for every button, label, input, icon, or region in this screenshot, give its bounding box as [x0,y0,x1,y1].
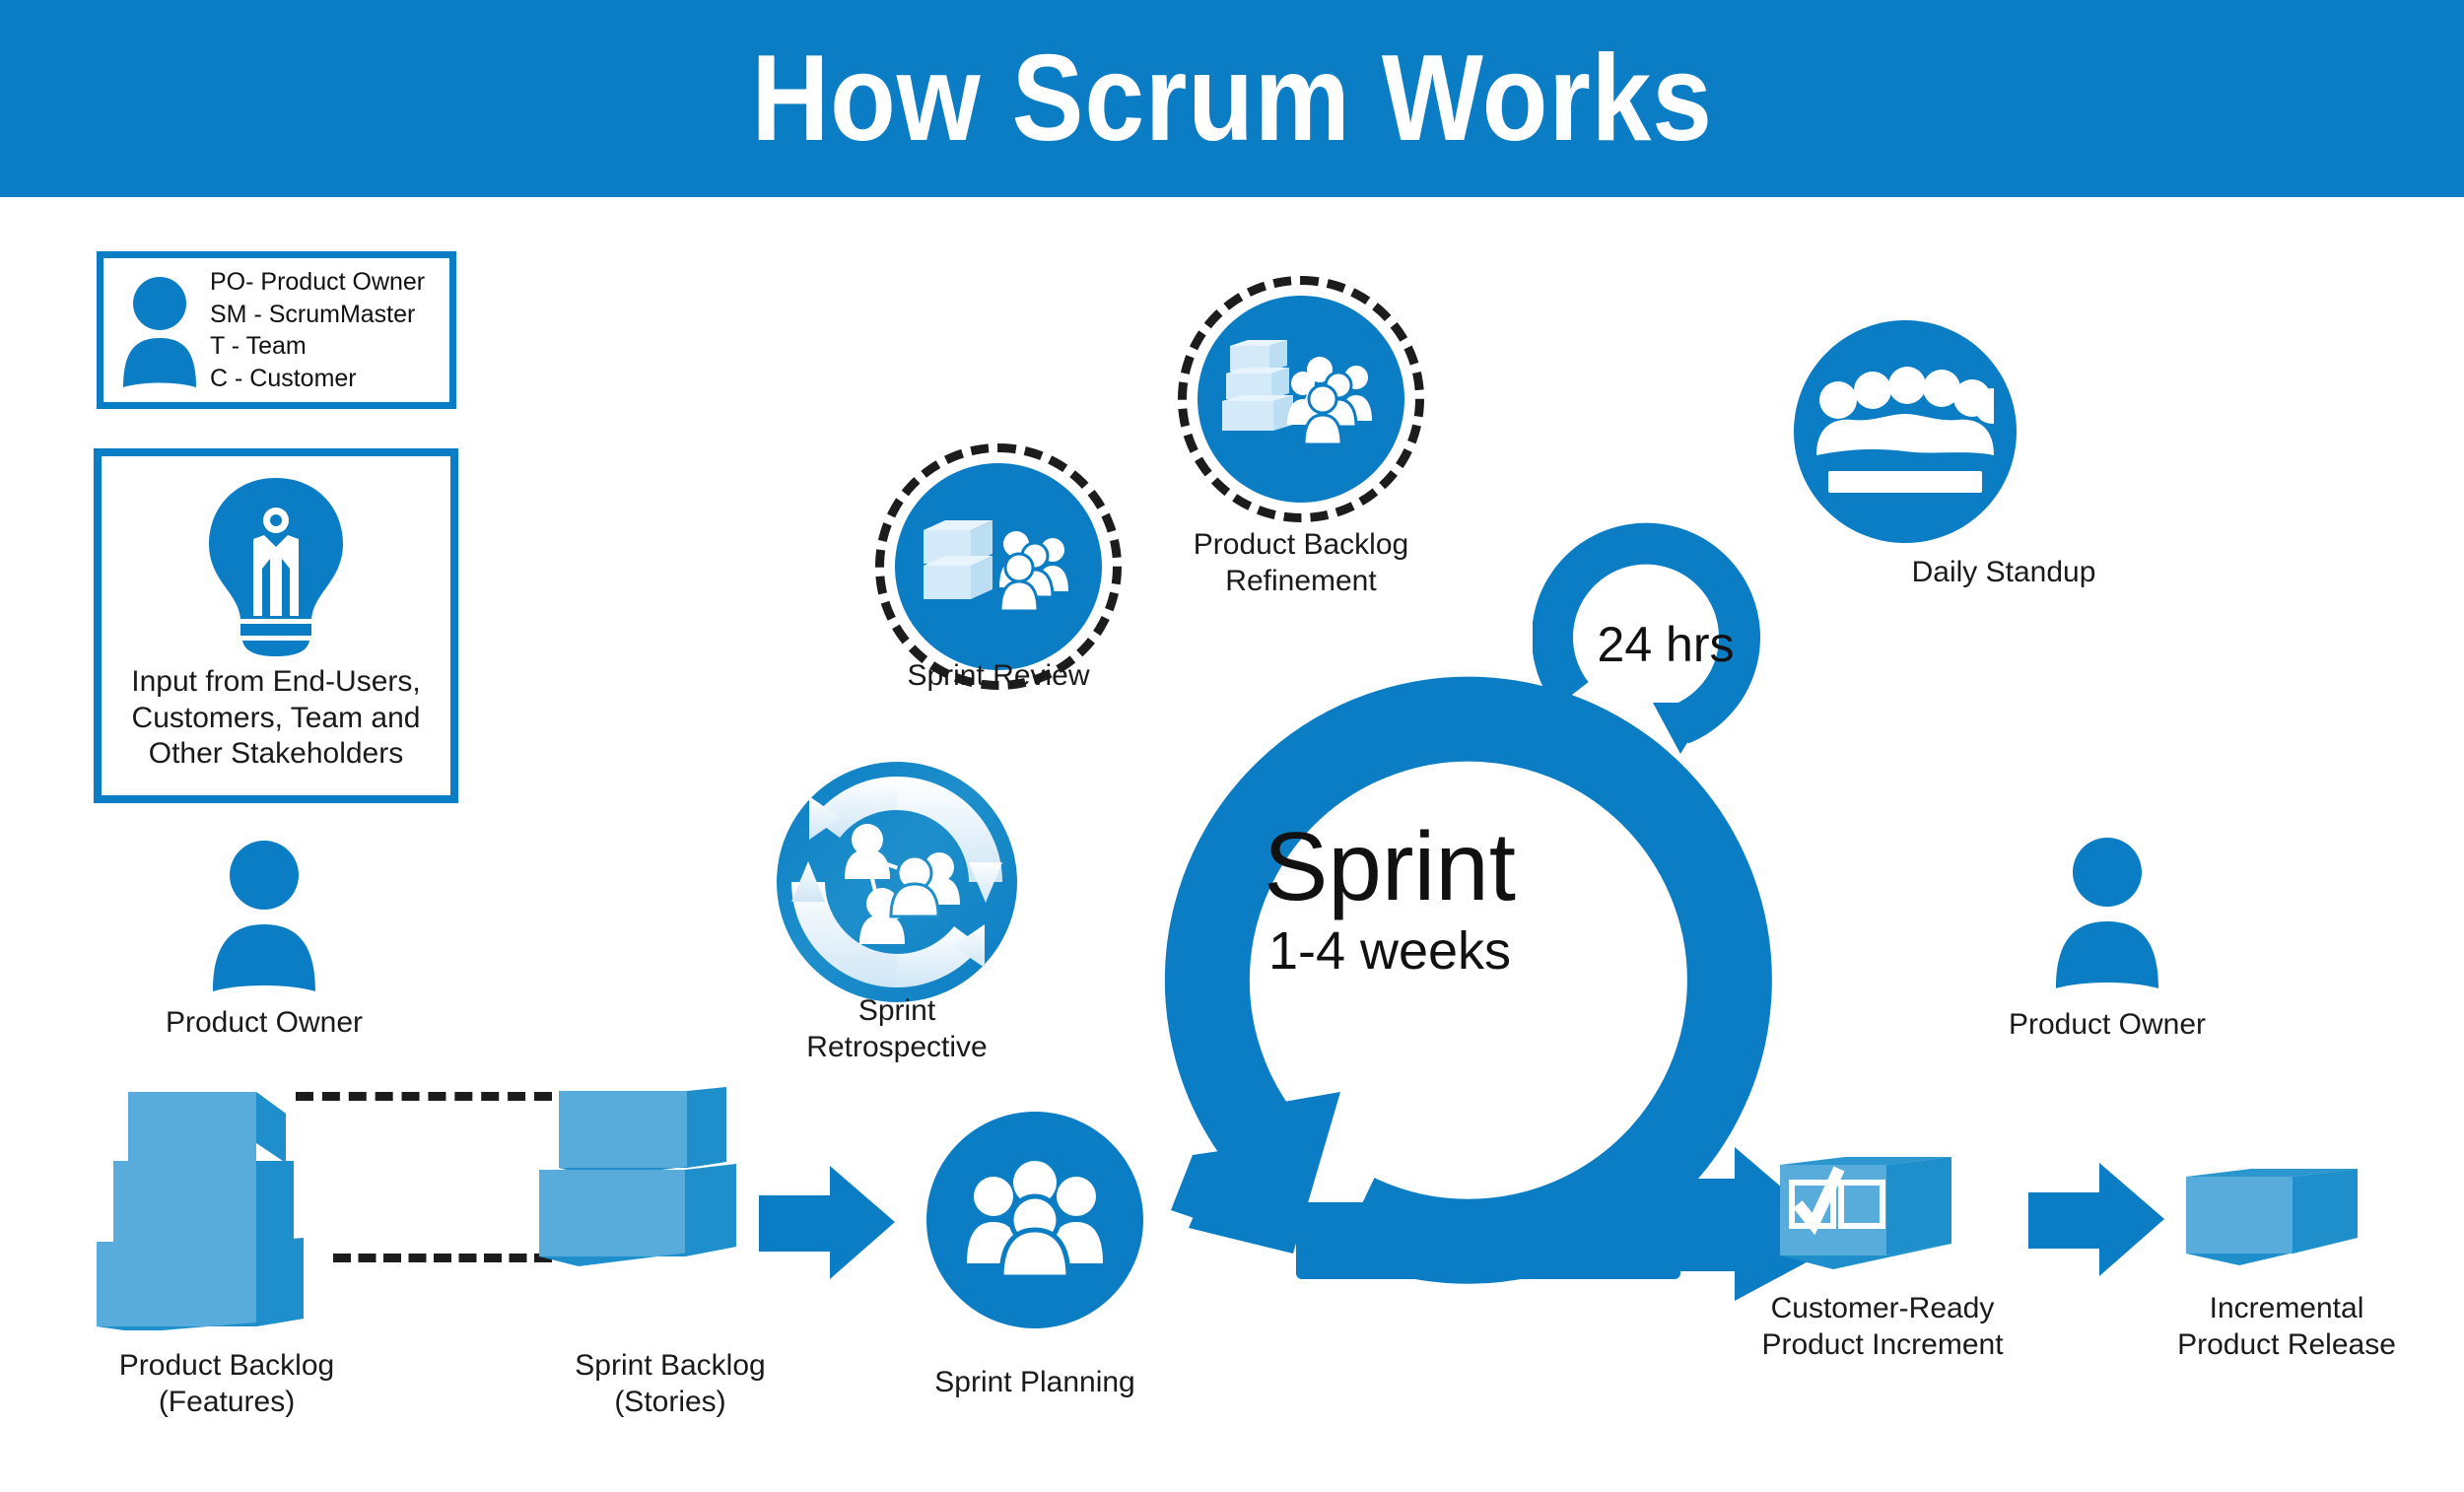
sprint-duration: 1-4 weeks [1267,921,1512,981]
sprint-planning-label: Sprint Planning [934,1366,1135,1398]
product-owner-left-label: Product Owner [165,1006,364,1039]
arrow-increment-to-release [2028,1163,2164,1276]
lightbulb-person-icon [209,478,343,656]
stacked-boxes-icon-product-backlog [97,1092,304,1330]
page-title: How Scrum Works [751,31,1713,167]
daily-loop-label: 24 hrs [1597,617,1735,672]
incremental-release-label: Incremental Product Release [2177,1292,2396,1361]
daily-standup-label: Daily Standup [1911,556,2096,588]
sprint-backlog-label: Sprint Backlog (Stories) [575,1349,766,1418]
cycle-people-icon [777,762,1017,1002]
box-icon-incremental-release [2186,1169,2358,1265]
title-banner: How Scrum Works [0,0,2464,197]
person-icon-product-owner-left [213,841,315,991]
daily-standup-circle [1794,320,2017,543]
sprint-retrospective-icon-wrap [774,759,1020,1005]
checked-box-icon [1780,1157,1951,1269]
role-legend-box: PO- Product Owner SM - ScrumMaster T - T… [97,251,456,409]
stakeholder-input-box: Input from End-Users, Customers, Team an… [94,448,458,803]
product-backlog-label: Product Backlog (Features) [118,1349,335,1418]
role-legend-text: PO- Product Owner SM - ScrumMaster T - T… [210,268,426,392]
customer-ready-increment-label: Customer-Ready Product Increment [1761,1292,2004,1361]
person-icon [123,277,196,387]
connector-dashed-top [296,1092,552,1101]
sprint-retrospective-label: Sprint Retrospective [806,994,988,1063]
stakeholder-input-label: Input from End-Users, Customers, Team an… [131,665,421,771]
arrow-sprint-backlog-to-planning [759,1166,895,1279]
sprint-center-text: Sprint 1-4 weeks [1183,818,1597,978]
product-owner-right-label: Product Owner [2008,1008,2207,1041]
team-table-icon [1816,367,1994,493]
boxes-people-icon [1221,340,1372,446]
sprint-title: Sprint [1263,812,1516,920]
product-backlog-refinement-circle [1198,296,1404,503]
person-icon-product-owner-right [2056,838,2158,988]
